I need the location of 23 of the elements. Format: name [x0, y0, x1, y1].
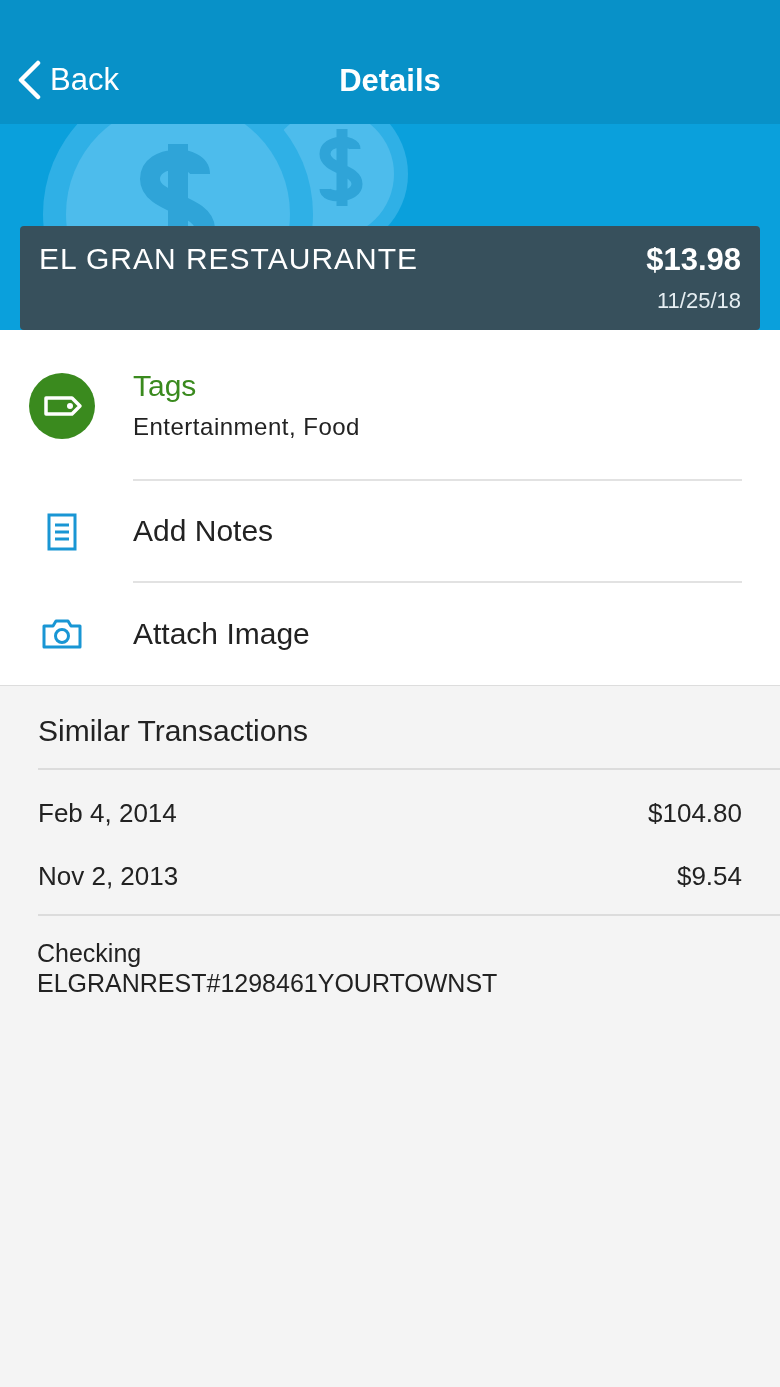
tag-list: Entertainment, Food [133, 412, 742, 441]
action-label: Tags [133, 368, 198, 403]
chevron-left-icon [16, 60, 42, 100]
transaction-date: Nov 2, 2013 [38, 861, 179, 892]
section-title: Similar Transactions [38, 686, 780, 770]
back-button[interactable]: Back [16, 60, 119, 100]
action-label: Attach Image [133, 617, 311, 651]
camera-icon [40, 618, 83, 650]
merchant-name: EL GRAN RESTAURANTE [39, 242, 419, 277]
transaction-date: 11/25/18 [656, 288, 741, 314]
tag-icon [28, 372, 95, 439]
action-row[interactable]: Attach Image [0, 583, 780, 685]
transaction-amount: $13.98 [646, 242, 741, 278]
action-label: Add Notes [133, 514, 275, 548]
transaction-amount: $9.54 [676, 861, 742, 892]
transaction-amount: $104.80 [648, 798, 742, 829]
transaction-date: Feb 4, 2014 [38, 798, 177, 829]
account-name: Checking [37, 938, 143, 968]
transaction-description: ELGRANREST#1298461YOURTOWNST [37, 968, 499, 998]
action-row[interactable]: Tags Entertainment, Food [0, 330, 780, 481]
action-row[interactable]: Add Notes [0, 481, 780, 583]
document-icon [46, 513, 77, 551]
screen-title: Details [339, 63, 441, 99]
